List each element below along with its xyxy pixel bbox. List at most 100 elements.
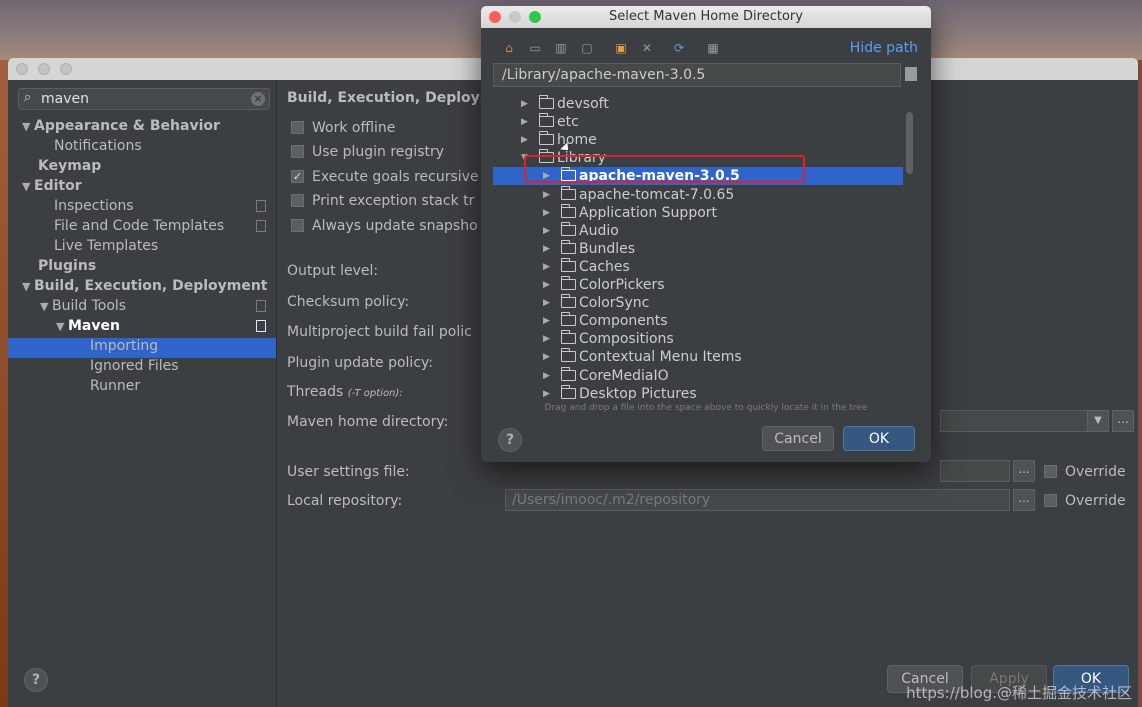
settings-tree-item[interactable]: Importing	[90, 336, 158, 356]
file-tree-row[interactable]: ▶ ColorSync	[493, 294, 903, 312]
file-tree-scrollbar[interactable]	[906, 112, 913, 174]
expand-arrow-icon[interactable]: ▶	[543, 276, 550, 294]
settings-tree-item[interactable]: Live Templates	[54, 236, 158, 256]
expand-arrow-icon[interactable]: ▶	[543, 348, 550, 366]
file-tree-row[interactable]: ▶ home	[493, 131, 903, 149]
checkbox[interactable]	[291, 144, 304, 158]
expand-arrow-icon[interactable]: ▶	[543, 294, 550, 312]
page-title: Build, Execution, Deploym	[287, 90, 495, 106]
option-checkbox-row[interactable]: Print exception stack tr	[291, 191, 474, 211]
maven-home-dropdown-arrow[interactable]: ▼	[1087, 410, 1109, 432]
settings-search-input[interactable]: ⌕ maven ×	[18, 88, 270, 110]
settings-tree-item[interactable]: ▼ Build Tools	[40, 296, 126, 316]
file-tree-row[interactable]: ▶ ColorPickers	[493, 276, 903, 294]
expand-arrow-icon[interactable]: ▶	[521, 113, 528, 131]
desktop-icon[interactable]: ▭	[527, 41, 543, 55]
expand-arrow-icon[interactable]: ▼	[22, 277, 34, 297]
dialog-close-button[interactable]	[489, 11, 501, 23]
maven-home-select[interactable]	[940, 410, 1108, 432]
delete-icon[interactable]: ✕	[639, 41, 655, 55]
option-checkbox-row[interactable]: Always update snapsho	[291, 216, 478, 236]
file-tree-row[interactable]: ▶ Audio	[493, 221, 903, 240]
settings-tree-item[interactable]: Inspections	[54, 196, 134, 216]
watermark: https://blog.@稀土掘金技术社区	[906, 684, 1132, 702]
new-folder-icon[interactable]: ▣	[613, 41, 629, 55]
local-repository-field[interactable]: /Users/imooc/.m2/repository	[505, 489, 1010, 511]
dialog-help-button[interactable]: ?	[498, 428, 522, 452]
path-input[interactable]: /Library/apache-maven-3.0.5	[493, 63, 901, 87]
expand-arrow-icon[interactable]: ▼	[40, 297, 52, 317]
option-checkbox-row[interactable]: ✓ Execute goals recursive	[291, 167, 479, 187]
expand-arrow-icon[interactable]: ▶	[543, 367, 550, 385]
help-button[interactable]: ?	[24, 668, 48, 692]
local-repository-override-checkbox[interactable]	[1044, 494, 1057, 507]
user-settings-label: User settings file:	[287, 464, 410, 480]
settings-tree-item[interactable]: ▼ Editor	[22, 176, 82, 196]
file-tree-label: Caches	[579, 258, 630, 275]
file-tree-row[interactable]: ▶ etc	[493, 113, 903, 131]
dialog-ok-button[interactable]: OK	[843, 426, 915, 451]
checkbox-checked[interactable]: ✓	[291, 169, 304, 183]
file-tree-row[interactable]: ▶ apache-tomcat-7.0.65	[493, 185, 903, 204]
option-checkbox-row[interactable]: Work offline	[291, 118, 395, 138]
user-settings-browse-button[interactable]: ...	[1013, 460, 1035, 482]
local-repository-browse-button[interactable]: ...	[1013, 489, 1035, 511]
file-tree-row[interactable]: ▶ devsoft	[493, 95, 903, 113]
expand-arrow-icon[interactable]: ▶	[543, 258, 550, 276]
module-icon[interactable]: ▢	[579, 41, 595, 55]
settings-tree-item[interactable]: Notifications	[54, 136, 142, 156]
dialog-zoom-button[interactable]	[529, 11, 541, 23]
file-tree-row[interactable]: ▶ Contextual Menu Items	[493, 348, 903, 366]
settings-tree-item[interactable]: Runner	[90, 376, 140, 396]
file-tree-row[interactable]: ▶ Application Support	[493, 203, 903, 222]
settings-tree-item[interactable]: Ignored Files	[90, 356, 179, 376]
checkbox[interactable]	[291, 193, 304, 207]
file-tree-row[interactable]: ▶ Components	[493, 312, 903, 330]
expand-arrow-icon[interactable]: ▶	[521, 131, 528, 149]
expand-arrow-icon[interactable]: ▶	[543, 186, 550, 204]
show-hidden-icon[interactable]: ▦	[705, 41, 721, 55]
dialog-title: Select Maven Home Directory	[609, 9, 803, 24]
clear-search-icon[interactable]: ×	[251, 92, 265, 106]
expand-arrow-icon[interactable]: ▶	[543, 312, 550, 330]
option-checkbox-row[interactable]: Use plugin registry	[291, 142, 444, 162]
project-icon[interactable]: ▥	[553, 41, 569, 55]
dialog-cancel-button[interactable]: Cancel	[762, 426, 834, 451]
settings-tree-item[interactable]: ▼ Maven	[56, 316, 120, 336]
settings-tree-item[interactable]: ▼ Appearance & Behavior	[22, 116, 220, 136]
local-repository-label: Local repository:	[287, 493, 403, 509]
expand-arrow-icon[interactable]: ▼	[56, 317, 68, 337]
minimize-window-button[interactable]	[38, 63, 50, 75]
expand-arrow-icon[interactable]: ▶	[521, 95, 528, 113]
hide-path-link[interactable]: Hide path	[850, 40, 918, 56]
user-settings-override-checkbox[interactable]	[1044, 465, 1057, 478]
settings-tree-item[interactable]: Keymap	[38, 156, 101, 176]
expand-arrow-icon[interactable]: ▼	[22, 117, 34, 137]
expand-arrow-icon[interactable]: ▶	[543, 240, 550, 258]
settings-tree-item[interactable]: Plugins	[38, 256, 96, 276]
settings-tree-item[interactable]: File and Code Templates	[54, 216, 224, 236]
close-window-button[interactable]	[16, 63, 28, 75]
path-history-icon[interactable]	[905, 67, 917, 81]
checkbox[interactable]	[291, 218, 304, 232]
file-tree-row[interactable]: ▶ CoreMediaIO	[493, 366, 903, 385]
expand-arrow-icon[interactable]: ▶	[543, 222, 550, 240]
expand-arrow-icon[interactable]: ▶	[543, 330, 550, 348]
zoom-window-button[interactable]	[60, 63, 72, 75]
expand-arrow-icon[interactable]: ▶	[543, 385, 550, 400]
dialog-minimize-button[interactable]	[509, 11, 521, 23]
expand-arrow-icon[interactable]: ▶	[543, 204, 550, 222]
refresh-icon[interactable]: ⟳	[671, 41, 687, 55]
home-icon[interactable]: ⌂	[501, 41, 517, 55]
checkbox[interactable]	[291, 120, 304, 134]
file-tree-row[interactable]: ▶ Bundles	[493, 239, 903, 258]
maven-home-browse-button[interactable]: ...	[1112, 410, 1134, 432]
settings-tree-label: Plugins	[38, 258, 97, 274]
file-tree[interactable]: ▶ devsoft ▶ etc ▶ home ▼ Library ▶ apache-maven-3…	[493, 88, 905, 400]
settings-tree-item[interactable]: ▼ Build, Execution, Deployment	[22, 276, 268, 296]
file-tree-row[interactable]: ▶ Compositions	[493, 330, 903, 348]
file-tree-row[interactable]: ▶ Desktop Pictures	[493, 384, 903, 400]
expand-arrow-icon[interactable]: ▼	[22, 177, 34, 197]
user-settings-field[interactable]	[940, 460, 1010, 482]
file-tree-row[interactable]: ▶ Caches	[493, 257, 903, 276]
